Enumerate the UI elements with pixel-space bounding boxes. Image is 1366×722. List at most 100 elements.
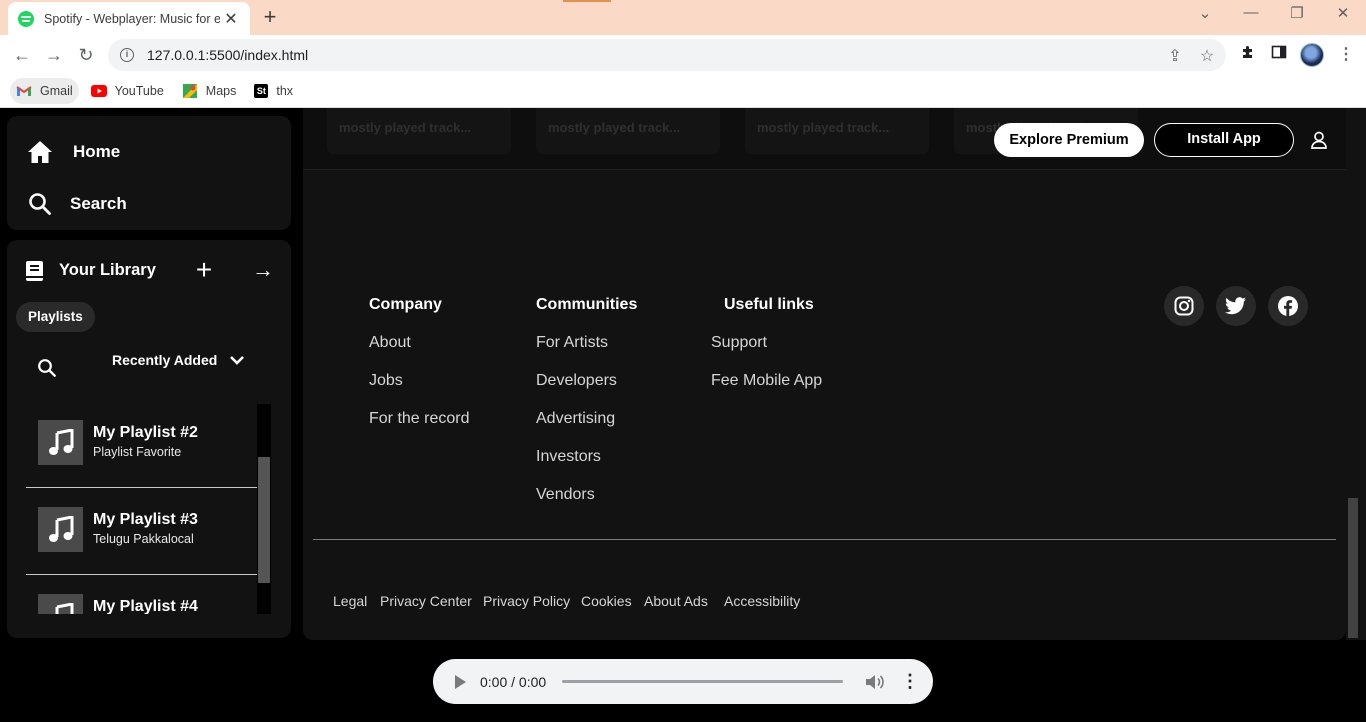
new-tab-button[interactable]: +	[258, 6, 282, 28]
library-header[interactable]: Your Library	[25, 260, 156, 281]
footer-link-mobile-app[interactable]: Fee Mobile App	[711, 372, 822, 390]
footer-link-about[interactable]: About	[369, 334, 411, 352]
bookmark-label: YouTube	[114, 84, 164, 98]
library-scrollbar[interactable]	[257, 404, 271, 614]
tab-close-icon[interactable]: ✕	[222, 9, 240, 29]
audio-player: 0:00 / 0:00 ⋮	[433, 659, 933, 704]
track-card[interactable]: mostly played track...	[536, 108, 720, 154]
about-ads-link[interactable]: About Ads	[644, 593, 708, 609]
url-text[interactable]: 127.0.0.1:5500/index.html	[147, 47, 308, 63]
page-scrollbar-thumb[interactable]	[1348, 498, 1358, 638]
audio-seek-bar[interactable]	[562, 680, 843, 683]
minimize-icon[interactable]: —	[1239, 4, 1263, 21]
volume-icon[interactable]	[864, 672, 884, 692]
address-bar-row: ← → ↻ i 127.0.0.1:5500/index.html ⇪ ☆ ⋮	[0, 35, 1366, 75]
footer-company-title: Company	[369, 296, 442, 313]
footer-link-for-the-record[interactable]: For the record	[369, 410, 469, 428]
track-card[interactable]: mostly played track...	[745, 108, 929, 154]
playlists-filter-chip[interactable]: Playlists	[16, 302, 95, 332]
share-icon[interactable]: ⇪	[1166, 46, 1184, 66]
nav-home[interactable]: Home	[27, 139, 120, 165]
play-icon[interactable]	[455, 675, 466, 689]
footer-link-vendors[interactable]: Vendors	[536, 486, 595, 504]
close-window-icon[interactable]: ✕	[1331, 4, 1355, 22]
footer-link-support[interactable]: Support	[711, 334, 767, 352]
nav-search[interactable]: Search	[27, 191, 127, 217]
audio-time: 0:00 / 0:00	[480, 674, 547, 690]
spotify-favicon-icon	[18, 10, 34, 27]
back-arrow-icon[interactable]: ←	[11, 44, 33, 66]
page-scrollbar[interactable]	[1346, 108, 1366, 640]
profile-avatar[interactable]	[1300, 43, 1324, 67]
audio-more-options-icon[interactable]: ⋮	[901, 670, 919, 692]
side-panel-icon[interactable]	[1268, 44, 1290, 65]
gmail-icon	[16, 84, 32, 98]
playlist-name: My Playlist #3	[93, 511, 198, 528]
legal-link[interactable]: Legal	[333, 593, 367, 609]
footer-link-investors[interactable]: Investors	[536, 448, 601, 466]
browser-tab-strip: Spotify - Webplayer: Music for ev ✕ + ⌄ …	[0, 0, 1366, 35]
sort-dropdown[interactable]: Recently Added	[112, 352, 245, 368]
bookmark-label: thx	[276, 84, 294, 98]
footer-link-jobs[interactable]: Jobs	[369, 372, 403, 390]
expand-library-button[interactable]: →	[251, 257, 275, 283]
library-search-icon[interactable]	[37, 358, 57, 378]
user-icon[interactable]	[1310, 131, 1328, 149]
browser-menu-icon[interactable]: ⋮	[1338, 44, 1354, 64]
instagram-icon[interactable]	[1164, 286, 1204, 326]
nav-search-label: Search	[70, 194, 127, 213]
tab-search-chevron-icon[interactable]: ⌄	[1193, 4, 1217, 22]
bookmark-gmail[interactable]: Gmail	[10, 78, 79, 104]
install-app-button[interactable]: Install App	[1154, 123, 1294, 157]
chevron-down-icon	[229, 352, 245, 368]
explore-premium-button[interactable]: Explore Premium	[994, 123, 1144, 157]
track-card-label: mostly played track...	[757, 120, 890, 135]
reload-icon[interactable]: ↻	[75, 44, 97, 66]
privacy-center-link[interactable]: Privacy Center	[380, 593, 472, 609]
sort-label: Recently Added	[112, 352, 218, 368]
forward-arrow-icon[interactable]: →	[43, 44, 65, 66]
tab-strip-accent	[563, 0, 611, 2]
playlist-item[interactable]: My Playlist #2 Playlist Favorite	[26, 404, 257, 488]
sidebar-nav-panel: Home Search	[7, 116, 291, 230]
site-info-icon[interactable]: i	[120, 48, 134, 62]
bookmark-maps[interactable]: Maps	[176, 78, 243, 104]
footer-link-for-artists[interactable]: For Artists	[536, 334, 608, 352]
main-content-panel: mostly played track... mostly played tra…	[303, 108, 1346, 640]
music-note-icon	[38, 420, 83, 465]
bookmarks-bar: Gmail YouTube Maps St thx	[0, 75, 1366, 108]
bookmark-youtube[interactable]: YouTube	[85, 78, 170, 104]
search-icon	[27, 191, 53, 217]
track-card-label: mostly played track...	[548, 120, 681, 135]
home-icon	[27, 139, 53, 165]
music-note-icon	[38, 594, 83, 614]
library-panel: Your Library + → Playlists Recently Adde…	[7, 240, 291, 638]
playlist-subtitle: Playlist Favorite	[93, 445, 182, 459]
bookmark-star-icon[interactable]: ☆	[1198, 46, 1216, 66]
library-book-icon	[25, 260, 45, 281]
track-card[interactable]: mostly played track...	[327, 108, 511, 154]
footer-useful-links-title: Useful links	[724, 296, 814, 313]
cookies-link[interactable]: Cookies	[581, 593, 632, 609]
accessibility-link[interactable]: Accessibility	[724, 593, 800, 609]
track-card-label: mostly played track...	[339, 120, 472, 135]
browser-tab[interactable]: Spotify - Webplayer: Music for ev ✕	[8, 2, 250, 35]
restore-icon[interactable]: ❐	[1285, 4, 1309, 22]
bookmark-label: Gmail	[40, 84, 73, 98]
privacy-policy-link[interactable]: Privacy Policy	[483, 593, 570, 609]
footer-communities-title: Communities	[536, 296, 638, 313]
footer-link-advertising[interactable]: Advertising	[536, 410, 615, 428]
playlist-subtitle: Telugu Pakkalocal	[93, 532, 194, 546]
twitter-icon[interactable]	[1216, 286, 1256, 326]
footer-link-developers[interactable]: Developers	[536, 372, 617, 390]
bookmark-thx[interactable]: St thx	[248, 78, 299, 104]
facebook-icon[interactable]	[1268, 286, 1308, 326]
library-scrollbar-thumb[interactable]	[258, 457, 270, 583]
add-playlist-button[interactable]: +	[192, 256, 216, 284]
playlist-item[interactable]: My Playlist #4	[26, 575, 257, 614]
extensions-puzzle-icon[interactable]	[1237, 44, 1259, 65]
music-note-icon	[38, 507, 83, 552]
playlist-item[interactable]: My Playlist #3 Telugu Pakkalocal	[26, 488, 257, 575]
omnibox[interactable]: i 127.0.0.1:5500/index.html ⇪ ☆	[108, 39, 1226, 71]
spotify-app: Home Search Your Library + → Playlists R…	[0, 108, 1366, 722]
